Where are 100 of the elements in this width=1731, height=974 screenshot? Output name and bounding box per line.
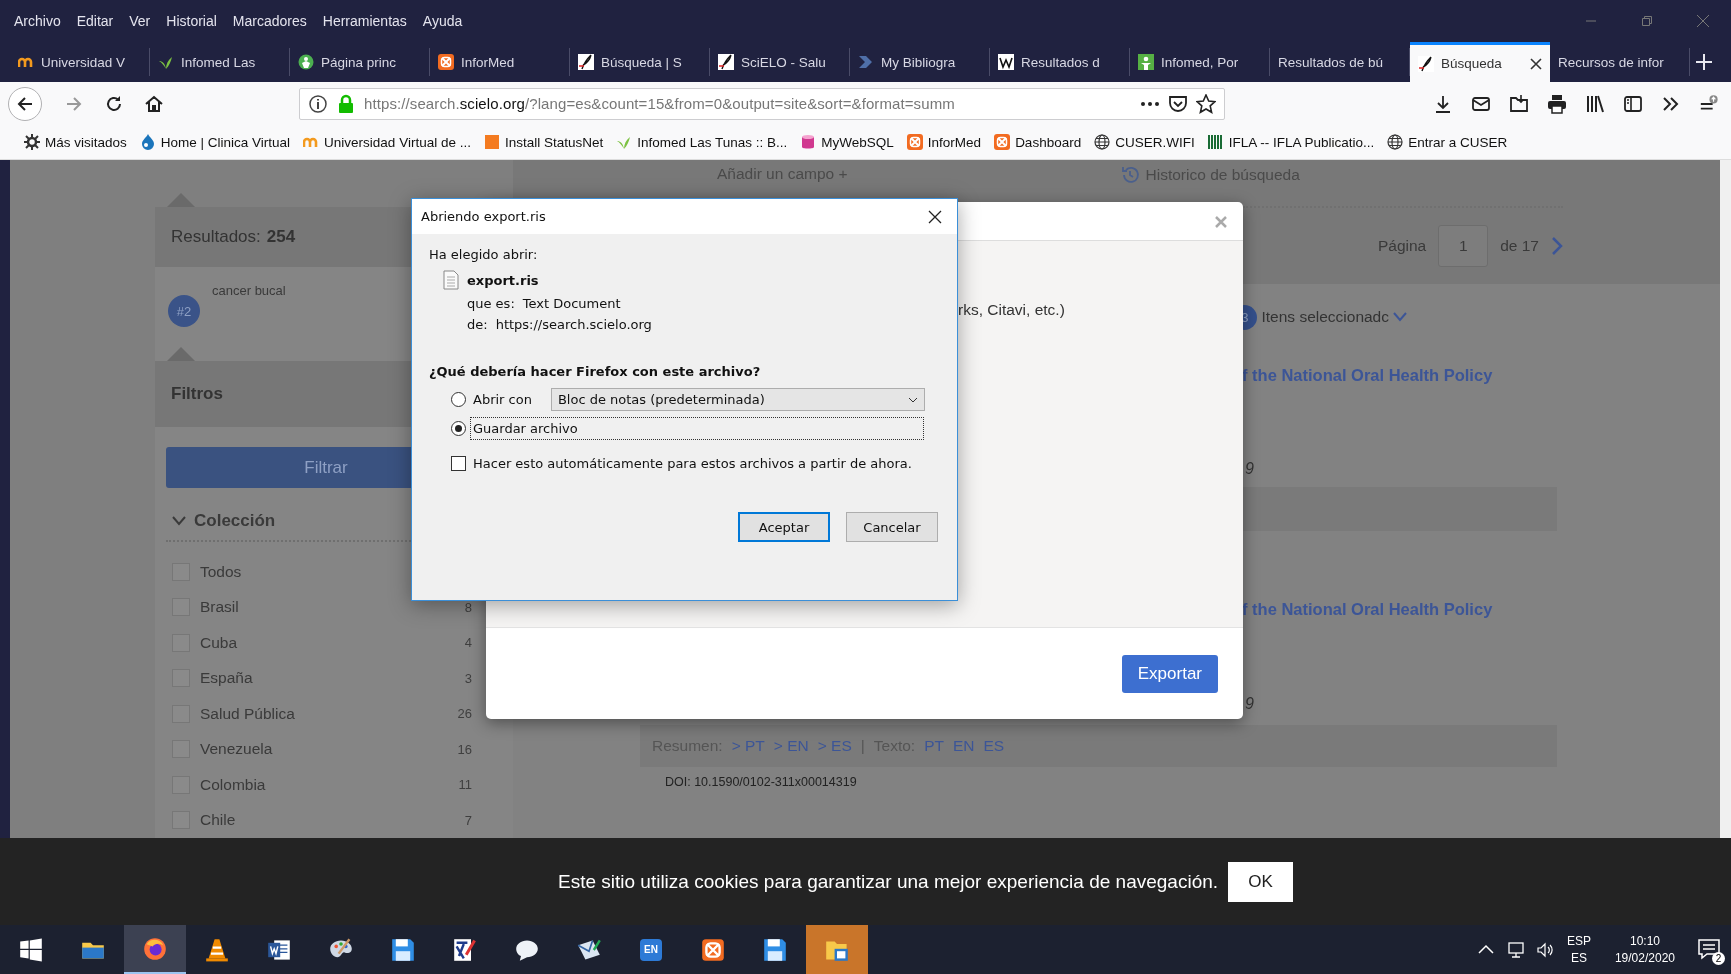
radio-button[interactable] — [451, 421, 466, 436]
bookmark[interactable]: MyWebSQL — [800, 134, 894, 150]
separator: | — [860, 737, 865, 755]
w-square-icon — [998, 54, 1014, 70]
star-icon[interactable] — [1196, 93, 1216, 114]
browser-tab[interactable]: SciELO - Salu — [710, 48, 850, 76]
bookmark[interactable]: Install StatusNet — [483, 134, 604, 150]
browser-tab[interactable]: Universidad V — [10, 48, 150, 76]
lock-icon[interactable] — [336, 93, 356, 114]
collection-label: Cuba — [200, 633, 238, 652]
windows-logo-icon — [19, 937, 43, 962]
checkbox[interactable] — [451, 456, 466, 471]
browser-tab[interactable]: InforMed — [430, 48, 570, 76]
back-button[interactable] — [8, 86, 42, 121]
dialog-button[interactable]: Aceptar — [738, 512, 830, 542]
type-label: que es: — [467, 296, 515, 311]
browser-tab[interactable]: Recursos de infor — [1550, 48, 1690, 76]
taskbar-button[interactable]: EN — [620, 925, 682, 974]
leaf-icon — [158, 54, 174, 70]
bookmark[interactable]: Dashboard — [994, 134, 1082, 150]
bookmark[interactable]: CUSER.WIFI — [1094, 134, 1195, 150]
sidebar-icon[interactable] — [1623, 93, 1643, 114]
menu-item[interactable]: Editar — [76, 11, 114, 31]
library-icon[interactable] — [1585, 93, 1605, 114]
info-icon[interactable] — [308, 93, 328, 114]
screenshot-icon[interactable] — [1509, 93, 1529, 114]
chevron-down-icon[interactable] — [172, 516, 186, 526]
browser-tab[interactable]: Resultados d — [990, 48, 1130, 76]
clock[interactable]: 10:10 19/02/2020 — [1614, 932, 1675, 967]
quill-logo-icon — [1418, 55, 1434, 72]
history-icon — [1119, 165, 1140, 185]
network-icon[interactable] — [1506, 940, 1525, 959]
collection-label: Brasil — [200, 598, 239, 617]
document-app-icon — [267, 937, 291, 962]
collection-label: Chile — [200, 811, 236, 830]
notification-icon — [1697, 936, 1721, 961]
collection-count: 26 — [457, 706, 472, 722]
collection-count: 8 — [464, 599, 472, 615]
menu-item[interactable]: Herramientas — [322, 11, 407, 31]
print-icon[interactable] — [1547, 93, 1567, 114]
bookmark[interactable]: Entrar a CUSER — [1387, 134, 1508, 150]
speaker-icon[interactable] — [1536, 940, 1555, 959]
bookmark[interactable]: Infomed Las Tunas :: B... — [616, 134, 788, 150]
address-bar[interactable]: https://search.scielo.org/?lang=es&count=15&from=0&output=site&sort=&format=summ — [299, 87, 1225, 120]
browser-tab[interactable]: Infomed, Por — [1130, 48, 1270, 76]
page-total: de 17 — [1500, 237, 1539, 255]
file-source: https://search.scielo.org — [495, 317, 652, 332]
menu-item[interactable]: Historial — [166, 11, 217, 31]
export-button[interactable]: Exportar — [1121, 654, 1218, 693]
traffic-cone-icon — [205, 937, 229, 962]
menu-item[interactable]: Ayuda — [422, 11, 463, 31]
browser-tab[interactable]: My Bibliogra — [850, 48, 990, 76]
collection-count: 7 — [464, 812, 472, 828]
menu-item[interactable]: Archivo — [14, 11, 61, 31]
menu-item[interactable]: Marcadores — [232, 11, 307, 31]
square-icon — [483, 134, 500, 150]
language-indicator[interactable]: ESP ES — [1566, 932, 1591, 967]
bookmark[interactable]: IFLA -- IFLA Publicatio... — [1207, 134, 1375, 150]
plus-icon — [1696, 54, 1712, 70]
pocket-icon[interactable] — [1168, 93, 1188, 114]
scrollbar[interactable] — [1720, 160, 1731, 838]
radio-button[interactable] — [451, 392, 466, 407]
option-label[interactable]: Guardar archivo — [470, 417, 924, 440]
menu-item[interactable]: Ver — [129, 11, 151, 31]
collection-label: Colombia — [200, 775, 266, 794]
keyboard-code: ES — [1570, 949, 1587, 967]
download-icon[interactable] — [1433, 93, 1453, 114]
bookmark[interactable]: Universidad Virtual de ... — [303, 134, 471, 150]
ok-button[interactable]: OK — [1228, 861, 1294, 902]
collection-label: Todos — [200, 562, 242, 581]
bookmark[interactable]: Home | Clinica Virtual — [139, 134, 291, 150]
bookmark[interactable]: InforMed — [906, 134, 982, 150]
clock-date: 19/02/2020 — [1614, 949, 1675, 967]
gear-icon — [24, 134, 40, 150]
collection-label: España — [200, 669, 253, 688]
browser-tab[interactable]: Búsqueda — [1410, 42, 1550, 82]
result-date: 9 — [1245, 695, 1254, 713]
close-icon[interactable] — [1530, 57, 1542, 70]
speech-bubble-icon — [515, 937, 539, 962]
pen-document-icon — [453, 937, 477, 962]
doi-text: DOI: 10.1590/0102-311x00014319 — [665, 775, 857, 789]
drop-logo-icon — [139, 134, 156, 150]
browser-tab[interactable]: Búsqueda | S — [570, 48, 710, 76]
bookmark[interactable]: Más visitados — [24, 134, 127, 150]
caret-icon — [907, 396, 918, 403]
browser-tab[interactable]: Infomed Las — [150, 48, 290, 76]
emblem-icon — [298, 54, 314, 70]
quill-logo-icon — [578, 54, 594, 70]
collection-label: Salud Pública — [200, 704, 295, 723]
browser-tab[interactable]: Página princ — [290, 48, 430, 76]
notifications-button[interactable]: 2 — [1697, 936, 1723, 963]
intro-text: Ha elegido abrir: — [429, 247, 539, 262]
leaf-icon — [616, 134, 633, 150]
app-dropdown[interactable]: Bloc de notas (predeterminada) — [550, 388, 925, 411]
result-date: 9 — [1245, 460, 1254, 478]
collection-count: 4 — [464, 635, 472, 651]
results-label: Resultados: — [171, 226, 261, 247]
dialog-button[interactable]: Cancelar — [846, 512, 938, 542]
browser-logo-icon — [143, 936, 167, 961]
close-icon — [1697, 15, 1709, 27]
